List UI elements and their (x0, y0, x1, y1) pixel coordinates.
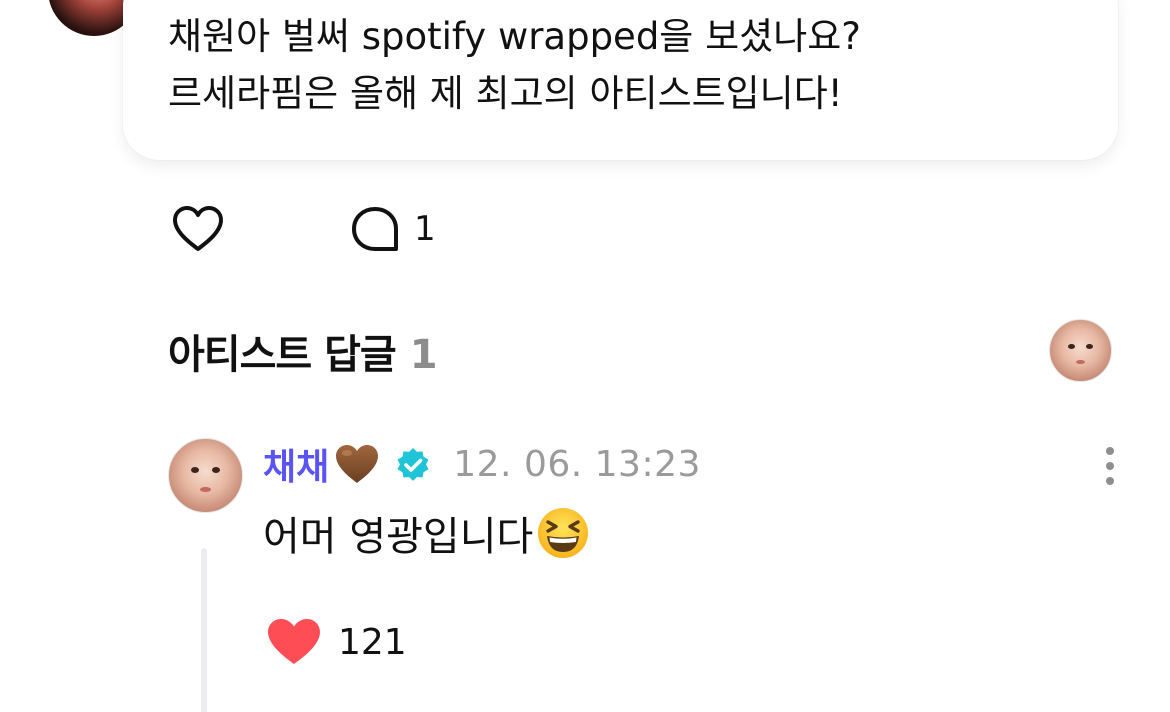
post-text: 채원아 벌써 spotify wrapped을 보셨나요? 르세라핌은 올해 제… (168, 8, 861, 122)
reply-like-button[interactable]: 121 (266, 614, 407, 670)
comment-button[interactable]: 1 (350, 203, 436, 255)
screen: 채원아 벌써 spotify wrapped을 보셨나요? 르세라핌은 올해 제… (0, 0, 1170, 712)
artist-replies-heading: 아티스트 답글 1 (168, 322, 438, 380)
more-dot-icon (1106, 447, 1114, 455)
more-options-button[interactable] (1096, 440, 1124, 492)
artist-replies-title: 아티스트 답글 (168, 332, 397, 378)
laughing-face-icon (538, 508, 589, 558)
speech-bubble-icon (352, 207, 398, 251)
reply-header: 채채 12. 06. 13:23 (263, 436, 701, 492)
reply-like-count: 121 (338, 621, 407, 663)
comment-count: 1 (414, 209, 436, 249)
like-button[interactable] (170, 203, 226, 255)
brown-heart-icon (336, 445, 379, 483)
artist-replies-count: 1 (409, 332, 438, 378)
reply-text: 어머 영광입니다 (263, 504, 591, 562)
reply-text-content: 어머 영광입니다 (263, 514, 534, 560)
heart-outline-icon (173, 206, 223, 251)
more-dot-icon (1106, 462, 1114, 470)
post-text-line-2: 르세라핌은 올해 제 최고의 아티스트입니다! (168, 72, 843, 115)
artist-avatar[interactable] (1049, 319, 1112, 382)
post-text-line-1: 채원아 벌써 spotify wrapped을 보셨나요? (168, 15, 861, 58)
reply-thread-line (201, 548, 207, 712)
reply-timestamp: 12. 06. 13:23 (453, 443, 701, 485)
reply-author-name[interactable]: 채채 (263, 438, 329, 490)
filled-heart-icon (268, 619, 320, 664)
reply-author-avatar[interactable] (168, 438, 243, 513)
verified-badge-icon (397, 447, 429, 481)
more-dot-icon (1106, 477, 1114, 485)
